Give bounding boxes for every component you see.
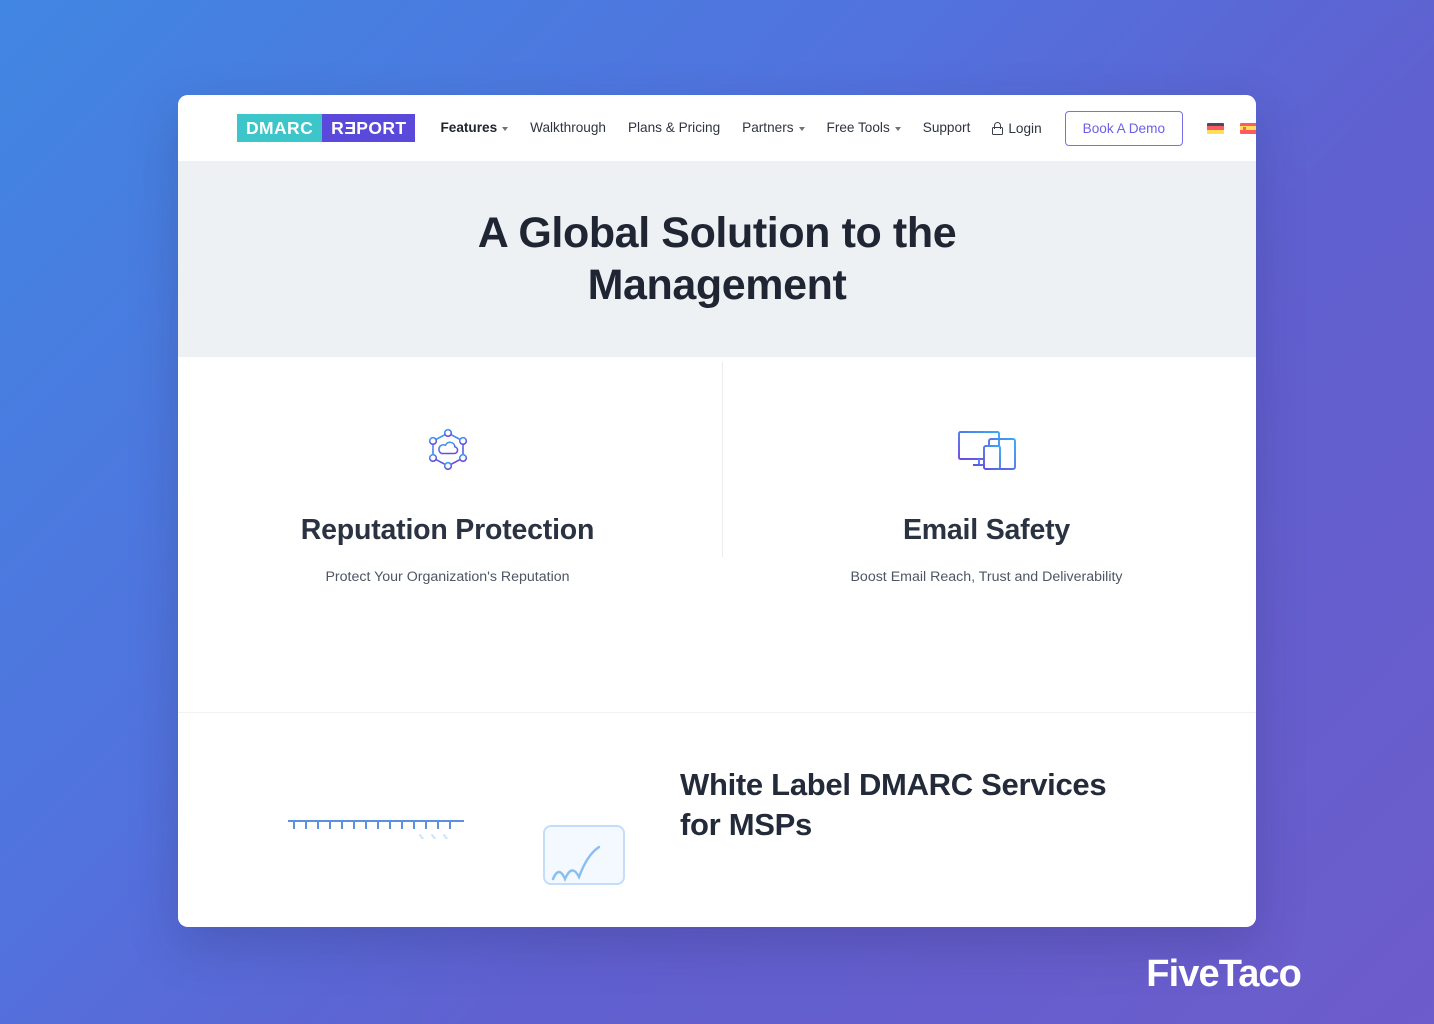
site-logo[interactable]: DMARC R E PORT — [237, 114, 416, 142]
feature-email-safety: Email Safety Boost Email Reach, Trust an… — [717, 419, 1256, 585]
nav-item-partners[interactable]: Partners — [731, 121, 815, 135]
site-navbar: DMARC R E PORT Features Walkthrough Plans … — [178, 95, 1256, 162]
language-flags — [1207, 122, 1256, 134]
nav-links: Features Walkthrough Plans & Pricing Par… — [429, 110, 1256, 146]
login-label: Login — [1008, 120, 1042, 136]
fivetaco-watermark: FiveTaco — [1146, 953, 1302, 995]
login-link[interactable]: Login — [981, 121, 1052, 136]
logo-dmarc-text: DMARC — [237, 114, 323, 142]
spanish-flag-icon[interactable] — [1240, 122, 1256, 134]
book-a-demo-button[interactable]: Book A Demo — [1064, 110, 1184, 146]
nav-item-label: Partners — [742, 120, 794, 136]
feature-title: Reputation Protection — [300, 514, 595, 546]
ruler-illustration — [288, 817, 466, 844]
page-title: A Global Solution to the Management — [477, 209, 957, 309]
feature-subtitle: Protect Your Organization's Reputation — [325, 569, 570, 585]
chevron-down-icon — [502, 127, 509, 131]
feature-subtitle: Boost Email Reach, Trust and Deliverabil… — [850, 569, 1123, 585]
nav-item-label: Free Tools — [826, 120, 890, 136]
nav-item-label: Walkthrough — [530, 120, 606, 136]
nav-item-features[interactable]: Features — [429, 121, 519, 135]
nav-item-label: Features — [440, 120, 498, 136]
nav-item-support[interactable]: Support — [912, 121, 982, 135]
browser-page-card: DMARC R E PORT Features Walkthrough Plans … — [178, 95, 1256, 927]
network-cloud-icon — [423, 419, 473, 481]
promo-section: White Label DMARC Services for MSPs — [178, 713, 1256, 925]
nav-item-plans-pricing[interactable]: Plans & Pricing — [617, 121, 731, 135]
devices-icon — [956, 419, 1018, 481]
promo-heading: White Label DMARC Services for MSPs — [680, 767, 1107, 842]
nav-item-label: Support — [922, 120, 971, 136]
features-section: Reputation Protection Protect Your Organ… — [178, 357, 1256, 712]
chevron-down-icon — [894, 127, 901, 131]
chart-card-illustration — [543, 825, 625, 885]
chevron-down-icon — [798, 127, 805, 131]
logo-report-text: R E PORT — [322, 114, 416, 142]
german-flag-icon[interactable] — [1207, 122, 1225, 134]
feature-title: Email Safety — [902, 514, 1071, 546]
nav-item-free-tools[interactable]: Free Tools — [816, 121, 912, 135]
nav-item-label: Plans & Pricing — [627, 120, 721, 136]
features-vertical-divider — [722, 362, 723, 557]
nav-item-walkthrough[interactable]: Walkthrough — [519, 121, 617, 135]
feature-reputation-protection: Reputation Protection Protect Your Organ… — [178, 419, 717, 585]
lock-icon — [992, 121, 1004, 135]
hero-section: A Global Solution to the Management — [178, 162, 1256, 357]
